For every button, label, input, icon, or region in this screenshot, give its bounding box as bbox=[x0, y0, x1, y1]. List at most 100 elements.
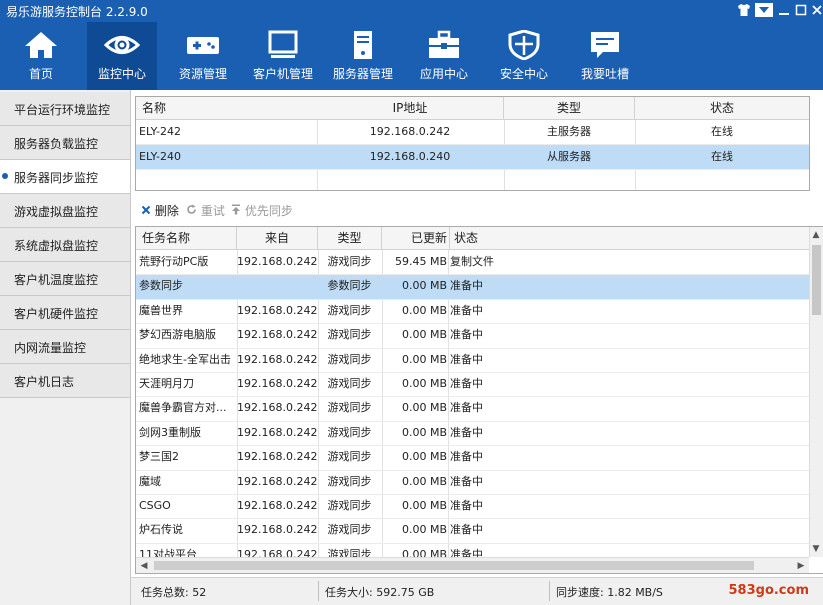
nav-server-management[interactable]: 服务器管理 bbox=[330, 22, 396, 90]
sidebar-item-platform-env[interactable]: 平台运行环境监控 bbox=[0, 92, 130, 126]
sidebar-item-label: 客户机温度监控 bbox=[14, 273, 99, 287]
vertical-scroll-thumb[interactable] bbox=[812, 245, 821, 315]
sidebar-item-client-temp[interactable]: 客户机温度监控 bbox=[0, 262, 130, 296]
priority-label: 优先同步 bbox=[244, 204, 293, 218]
nav-feedback[interactable]: 我要吐槽 bbox=[572, 22, 638, 90]
task-updated: 0.00 MB bbox=[401, 474, 447, 488]
task-status: 准备中 bbox=[450, 377, 483, 390]
task-status: 准备中 bbox=[450, 328, 483, 342]
task-updated: 59.45 MB bbox=[394, 255, 447, 268]
column-header-updated[interactable]: 已更新 bbox=[382, 227, 450, 250]
server-name: ELY-242 bbox=[139, 125, 181, 138]
column-header-type[interactable]: 类型 bbox=[318, 227, 382, 250]
sidebar: 平台运行环境监控 服务器负载监控 服务器同步监控 游戏虚拟盘监控 系统虚拟盘监控… bbox=[0, 90, 131, 605]
nav-label: 首页 bbox=[28, 67, 53, 81]
task-source: 192.168.0.242 bbox=[237, 328, 317, 342]
column-header-status[interactable]: 状态 bbox=[635, 97, 809, 120]
task-status: 准备中 bbox=[450, 450, 483, 464]
server-status: 在线 bbox=[711, 150, 733, 163]
shirt-icon[interactable] bbox=[735, 1, 753, 19]
refresh-icon bbox=[187, 204, 196, 214]
task-name: 荒野行动PC版 bbox=[139, 255, 209, 268]
task-source: 192.168.0.242 bbox=[237, 425, 317, 439]
scroll-left-arrow-icon[interactable]: ◀ bbox=[136, 558, 152, 573]
task-updated: 0.00 MB bbox=[401, 499, 447, 512]
retry-button[interactable]: 重试 bbox=[186, 202, 225, 218]
sidebar-item-server-sync[interactable]: 服务器同步监控 bbox=[0, 160, 130, 194]
column-header-status[interactable]: 状态 bbox=[450, 227, 812, 250]
scroll-right-arrow-icon[interactable]: ▶ bbox=[793, 558, 809, 573]
toolbox-icon bbox=[429, 30, 459, 58]
task-status: 准备中 bbox=[450, 352, 483, 366]
task-name: 梦三国2 bbox=[139, 450, 179, 464]
nav-resource-management[interactable]: 资源管理 bbox=[168, 22, 238, 90]
task-source: 192.168.0.242 bbox=[237, 499, 317, 512]
task-name: 魔兽争霸官方对... bbox=[139, 401, 227, 415]
column-header-name[interactable]: 名称 bbox=[136, 97, 323, 120]
minimize-icon[interactable] bbox=[775, 1, 793, 19]
server-table: 名称 IP地址 类型 状态 ELY-242 192.168.0.242 主服务器… bbox=[135, 96, 810, 191]
watermark: 583go.com bbox=[728, 583, 810, 598]
priority-sync-button[interactable]: 优先同步 bbox=[231, 202, 293, 218]
sidebar-item-client-hardware[interactable]: 客户机硬件监控 bbox=[0, 296, 130, 330]
server-status: 在线 bbox=[711, 125, 733, 138]
close-icon[interactable] bbox=[808, 1, 823, 19]
priority-icon bbox=[232, 204, 240, 215]
task-name: 魔兽世界 bbox=[139, 303, 183, 317]
server-ip: 192.168.0.242 bbox=[369, 125, 451, 138]
task-updated: 0.00 MB bbox=[401, 279, 447, 293]
task-name: CSGO bbox=[139, 499, 171, 512]
eye-icon bbox=[104, 36, 140, 54]
nav-security-center[interactable]: 安全中心 bbox=[491, 22, 557, 90]
task-type: 游戏同步 bbox=[327, 255, 372, 268]
active-indicator bbox=[2, 173, 8, 179]
column-header-task-name[interactable]: 任务名称 bbox=[136, 227, 237, 250]
task-source: 192.168.0.242 bbox=[237, 450, 317, 464]
nav-app-center[interactable]: 应用中心 bbox=[411, 22, 477, 90]
task-type: 游戏同步 bbox=[327, 303, 372, 317]
retry-label: 重试 bbox=[200, 204, 225, 218]
vertical-scrollbar[interactable]: ▲ ▼ bbox=[809, 227, 823, 557]
title-bar: 易乐游服务控制台 2.2.9.0 bbox=[0, 0, 823, 22]
nav-home[interactable]: 首页 bbox=[0, 22, 82, 90]
nav-monitor-center[interactable]: 监控中心 bbox=[87, 22, 157, 90]
shield-icon bbox=[508, 30, 540, 60]
task-type: 游戏同步 bbox=[327, 499, 372, 512]
sidebar-item-system-vdisk[interactable]: 系统虚拟盘监控 bbox=[0, 228, 130, 262]
task-updated: 0.00 MB bbox=[401, 328, 447, 342]
sidebar-item-label: 游戏虚拟盘监控 bbox=[14, 205, 99, 219]
task-type: 游戏同步 bbox=[327, 328, 372, 342]
nav-label: 服务器管理 bbox=[332, 67, 393, 81]
sidebar-item-label: 服务器负载监控 bbox=[14, 137, 99, 151]
horizontal-scroll-thumb[interactable] bbox=[154, 561, 754, 570]
home-icon bbox=[25, 32, 57, 58]
task-status: 准备中 bbox=[450, 401, 483, 415]
nav-client-management[interactable]: 客户机管理 bbox=[250, 22, 316, 90]
task-name: 绝地求生-全军出击 bbox=[139, 352, 231, 366]
server-ip: 192.168.0.240 bbox=[369, 150, 451, 163]
horizontal-scrollbar[interactable]: ◀ ▶ bbox=[136, 557, 809, 573]
sidebar-item-game-vdisk[interactable]: 游戏虚拟盘监控 bbox=[0, 194, 130, 228]
monitor-icon bbox=[268, 30, 298, 58]
scroll-up-arrow-icon[interactable]: ▲ bbox=[809, 227, 823, 243]
task-total: 任务总数: 52 bbox=[141, 586, 207, 599]
column-header-ip[interactable]: IP地址 bbox=[317, 97, 504, 120]
nav-label: 客户机管理 bbox=[252, 67, 313, 81]
task-status: 准备中 bbox=[450, 499, 483, 512]
nav-label: 监控中心 bbox=[97, 67, 146, 81]
task-size: 任务大小: 592.75 GB bbox=[325, 586, 435, 599]
delete-button[interactable]: 删除 bbox=[141, 202, 179, 218]
scroll-down-arrow-icon[interactable]: ▼ bbox=[809, 541, 823, 557]
sidebar-item-server-load[interactable]: 服务器负载监控 bbox=[0, 126, 130, 160]
dropdown-icon[interactable] bbox=[755, 3, 773, 17]
column-header-type[interactable]: 类型 bbox=[504, 97, 635, 120]
column-header-from[interactable]: 来自 bbox=[237, 227, 318, 250]
task-type: 游戏同步 bbox=[327, 425, 372, 439]
status-divider bbox=[549, 581, 550, 601]
sidebar-item-client-log[interactable]: 客户机日志 bbox=[0, 364, 130, 398]
sidebar-item-label: 系统虚拟盘监控 bbox=[14, 239, 99, 253]
sync-speed: 同步速度: 1.82 MB/S bbox=[556, 586, 663, 599]
task-updated: 0.00 MB bbox=[401, 425, 447, 439]
task-type: 游戏同步 bbox=[327, 352, 372, 366]
sidebar-item-lan-traffic[interactable]: 内网流量监控 bbox=[0, 330, 130, 364]
